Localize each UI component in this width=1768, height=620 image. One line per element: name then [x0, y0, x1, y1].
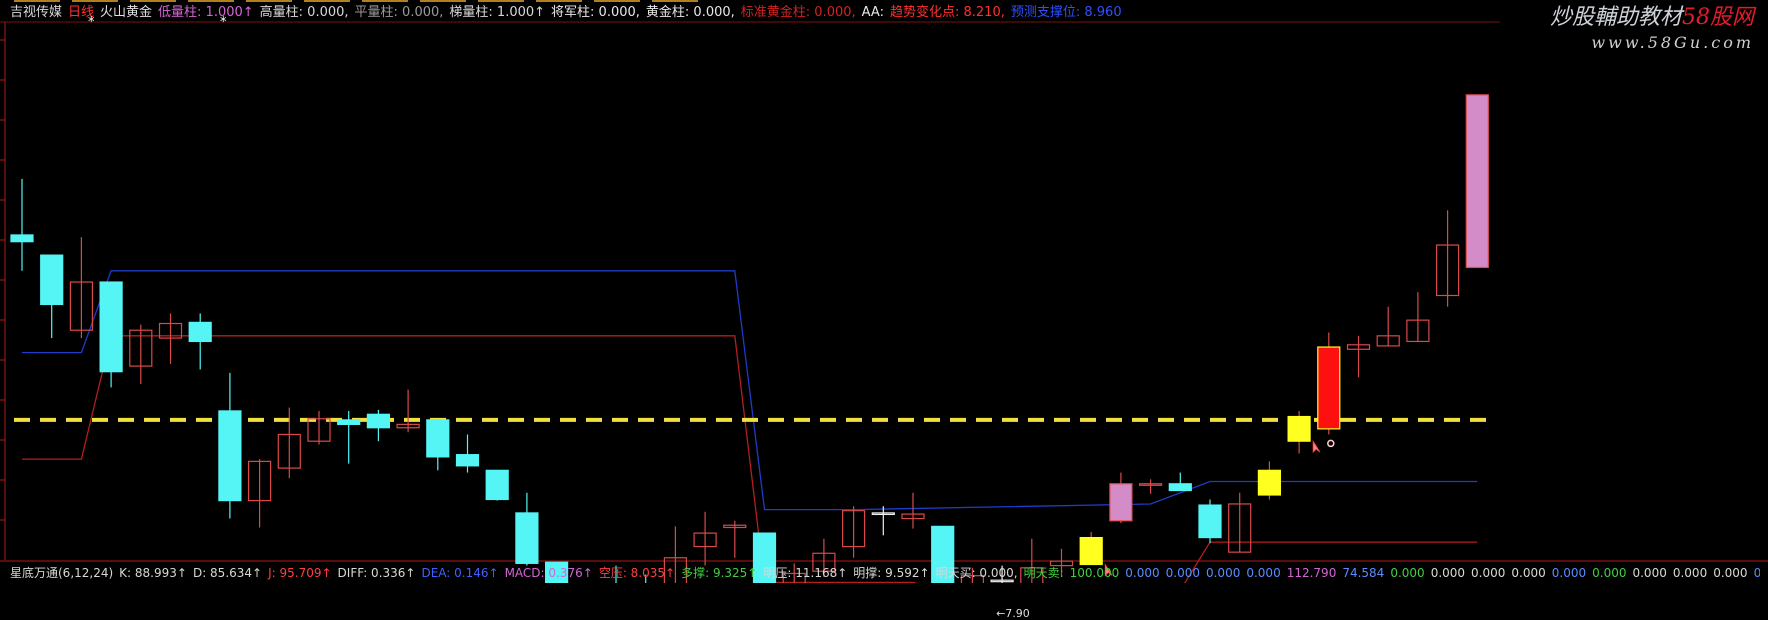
footer-item-15: 0.000 — [1165, 566, 1200, 580]
header-item-12: 预测支撑位: 8.960 — [1010, 5, 1122, 20]
candle-body — [337, 419, 361, 425]
low-price-label: ←7.90 — [996, 606, 1030, 620]
footer-item-29: 0.000 — [1753, 566, 1760, 580]
footer-item-3: J: 95.709↑ — [268, 566, 332, 580]
top-tab-mark — [14, 0, 60, 2]
footer-item-28: 0.000 — [1713, 566, 1748, 580]
footer-item-11: 明天买: 0.000, — [935, 566, 1018, 580]
candle-body — [1317, 346, 1341, 430]
candle-body — [515, 512, 539, 564]
footer-item-14: 0.000 — [1125, 566, 1160, 580]
candle-body — [455, 454, 480, 467]
top-tab-mark — [536, 0, 582, 2]
top-tab-mark — [420, 0, 466, 2]
top-tab-mark — [594, 0, 640, 2]
watermark-title: 炒股輔助教材58股网 — [1550, 4, 1754, 32]
top-tab-mark — [130, 0, 176, 2]
indicator-header: 吉视传媒 日线 火山黄金 低量柱: 1.000↑ 高量柱: 0.000, 平量柱: 0.0… — [10, 4, 1128, 22]
footer-item-23: 0.000 — [1511, 566, 1546, 580]
header-item-3: 低量柱: 1.000↑ — [158, 5, 254, 20]
top-tab-mark — [246, 0, 292, 2]
indicator-footer: 星底万通(6,12,24) K: 88.993↑ D: 85.634↑ J: 95.7… — [10, 563, 1760, 583]
candle-body — [10, 234, 34, 243]
candle-body — [99, 281, 123, 373]
candle-body — [218, 410, 242, 502]
footer-item-27: 0.000 — [1672, 566, 1708, 580]
header-item-4: 高量柱: 0.000, — [259, 5, 349, 20]
footer-item-24: 0.000 — [1551, 566, 1587, 580]
footer-item-18: 112.790 — [1286, 566, 1337, 580]
footer-item-7: 空压: 8.035↑ — [598, 566, 676, 580]
candle-body — [1168, 483, 1192, 492]
header-item-0: 吉视传媒 — [10, 5, 63, 20]
chart-background — [0, 0, 1768, 583]
candle-body — [1287, 415, 1311, 442]
candle-body — [188, 321, 212, 343]
candle-body — [1257, 469, 1282, 496]
footer-item-8: 多撑: 9.325↑ — [681, 566, 758, 580]
footer-item-12: 明天卖: — [1023, 566, 1064, 580]
watermark-brand: 58股网 — [1682, 5, 1754, 30]
watermark-prefix: 炒股輔助教材 — [1549, 5, 1682, 30]
top-tab-mark — [478, 0, 524, 2]
candle-body — [426, 419, 450, 458]
star-marker: * — [220, 15, 227, 30]
top-tab-mark — [362, 0, 408, 2]
header-item-10: AA: — [861, 5, 884, 20]
header-item-6: 梯量柱: 1.000↑ — [449, 5, 546, 20]
header-item-2: 火山黄金 — [100, 5, 153, 20]
header-item-9: 标准黄金柱: 0.000, — [740, 5, 856, 20]
header-item-7: 将军柱: 0.000, — [551, 5, 640, 20]
candle-body — [366, 413, 390, 429]
candle-body — [1079, 536, 1103, 566]
stock-chart-window: 吉视传媒 日线 火山黄金 低量柱: 1.000↑ 高量柱: 0.000, 平量柱: 0.0… — [0, 0, 1768, 619]
star-marker: * — [88, 15, 95, 30]
footer-item-6: MACD: 0.376↑ — [504, 566, 593, 580]
footer-item-17: 0.000 — [1246, 566, 1281, 580]
footer-item-13: 100.000 — [1069, 566, 1120, 580]
candle-body — [1198, 504, 1222, 539]
footer-item-25: 0.000 — [1592, 566, 1627, 580]
footer-item-20: 0.000 — [1390, 566, 1425, 580]
candle-body — [40, 254, 64, 306]
top-tab-mark — [304, 0, 350, 2]
header-item-11: 趋势变化点: 8.210, — [889, 5, 1005, 20]
footer-item-19: 74.584 — [1342, 566, 1385, 580]
footer-item-26: 0.000 — [1632, 566, 1667, 580]
header-item-5: 平量柱: 0.000, — [354, 5, 444, 20]
footer-item-0: 星底万通(6,12,24) — [10, 566, 114, 580]
footer-item-1: K: 88.993↑ — [119, 566, 187, 580]
footer-item-21: 0.000 — [1430, 566, 1466, 580]
footer-item-22: 0.000 — [1471, 566, 1506, 580]
candle-body — [485, 469, 509, 501]
header-item-8: 黄金柱: 0.000, — [645, 5, 735, 20]
footer-item-9: 明压: 11.168↑ — [763, 566, 848, 580]
candlestick-chart[interactable] — [0, 0, 1768, 583]
footer-item-4: DIFF: 0.336↑ — [337, 566, 416, 580]
footer-item-2: D: 85.634↑ — [192, 566, 263, 580]
footer-item-16: 0.000 — [1205, 566, 1241, 580]
top-tab-mark — [72, 0, 118, 2]
candle-body — [1465, 94, 1489, 269]
footer-item-5: DEA: 0.146↑ — [421, 566, 499, 580]
watermark: 炒股輔助教材58股网 www.58Gu.com — [1550, 4, 1754, 54]
top-tab-mark — [652, 0, 698, 2]
candle-body — [1109, 483, 1133, 522]
top-tab-mark — [188, 0, 234, 2]
footer-item-10: 明撑: 9.592↑ — [853, 566, 930, 580]
watermark-url: www.58Gu.com — [1591, 33, 1754, 52]
